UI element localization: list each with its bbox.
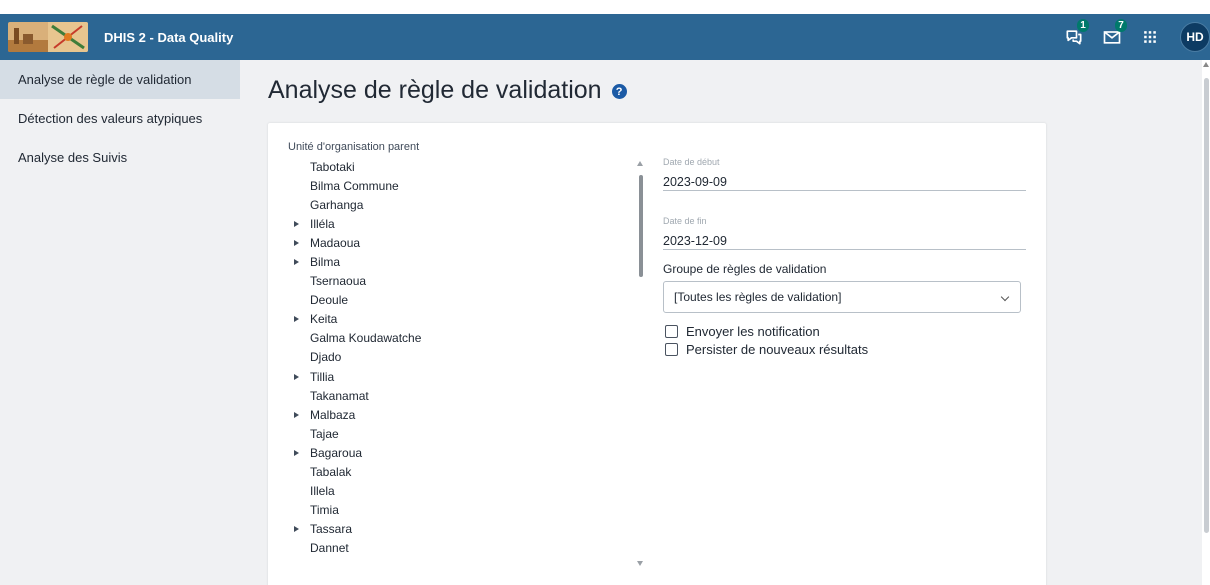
- app-title: DHIS 2 - Data Quality: [104, 29, 234, 45]
- org-unit-item[interactable]: Djado: [288, 348, 628, 367]
- org-unit-name[interactable]: Dannet: [310, 541, 349, 555]
- org-unit-name[interactable]: Bagaroua: [310, 446, 362, 460]
- org-unit-item[interactable]: Dannet: [288, 539, 628, 558]
- caret-right-icon[interactable]: [294, 411, 299, 418]
- caret-right-icon[interactable]: [294, 449, 299, 456]
- org-unit-name[interactable]: Deoule: [310, 293, 348, 307]
- grid-icon: [1144, 31, 1156, 43]
- profile-avatar[interactable]: HD: [1180, 22, 1210, 52]
- org-unit-item[interactable]: Malbaza: [288, 406, 628, 425]
- chevron-down-icon: [1000, 292, 1010, 302]
- org-unit-item[interactable]: Takanamat: [288, 387, 628, 406]
- sidebar-item-follow-up-analysis[interactable]: Analyse des Suivis: [0, 138, 240, 177]
- end-date-value[interactable]: 2023-12-09: [663, 234, 1026, 252]
- org-unit-item[interactable]: Illéla: [288, 215, 628, 234]
- end-date-field[interactable]: Date de fin 2023-12-09: [663, 216, 1026, 250]
- rule-group-select[interactable]: [Toutes les règles de validation]: [663, 281, 1021, 313]
- persist-results-label: Persister de nouveaux résultats: [686, 342, 869, 357]
- org-unit-item[interactable]: Tassara: [288, 520, 628, 539]
- org-unit-item[interactable]: Timia: [288, 501, 628, 520]
- send-notifications-label: Envoyer les notification: [686, 324, 820, 339]
- org-unit-item[interactable]: Tabotaki: [288, 158, 628, 177]
- org-unit-name[interactable]: Illela: [310, 484, 335, 498]
- scroll-up-arrow-icon[interactable]: [1203, 62, 1209, 67]
- org-unit-name[interactable]: Djado: [310, 350, 341, 364]
- org-unit-name[interactable]: Keita: [310, 312, 337, 326]
- org-unit-name[interactable]: Takanamat: [310, 389, 369, 403]
- org-unit-name[interactable]: Madaoua: [310, 236, 360, 250]
- org-unit-name[interactable]: Tsernaoua: [310, 274, 366, 288]
- org-unit-name[interactable]: Tajae: [310, 427, 339, 441]
- org-unit-tree-scrollbar[interactable]: [636, 161, 646, 571]
- top-gap: [0, 0, 1210, 14]
- question-circle-icon[interactable]: ?: [611, 84, 627, 99]
- interpretations-badge: 1: [1077, 19, 1089, 32]
- checkbox-box[interactable]: [665, 325, 678, 338]
- org-unit-item[interactable]: Tajae: [288, 425, 628, 444]
- sidebar-item-outlier-detection[interactable]: Détection des valeurs atypiques: [0, 99, 240, 138]
- org-unit-name[interactable]: Garhanga: [310, 198, 363, 212]
- start-date-field[interactable]: Date de début 2023-09-09: [663, 157, 1026, 191]
- org-unit-name[interactable]: Bilma: [310, 255, 340, 269]
- app-header-bar: DHIS 2 - Data Quality 1 7 HD: [0, 14, 1210, 60]
- org-unit-item[interactable]: Bilma Commune: [288, 177, 628, 196]
- dhis2-logo[interactable]: [8, 22, 88, 52]
- org-unit-item[interactable]: Tillia: [288, 368, 628, 387]
- send-notifications-checkbox[interactable]: Envoyer les notification: [665, 324, 820, 339]
- apps-menu-button[interactable]: [1138, 25, 1162, 49]
- rule-group-selected-value: [Toutes les règles de validation]: [674, 290, 842, 304]
- org-unit-name[interactable]: Tabalak: [310, 465, 351, 479]
- caret-right-icon[interactable]: [294, 221, 299, 228]
- org-unit-item[interactable]: Garhanga: [288, 196, 628, 215]
- org-unit-name[interactable]: Tassara: [310, 522, 352, 536]
- caret-right-icon[interactable]: [294, 525, 299, 532]
- caret-right-icon[interactable]: [294, 316, 299, 323]
- org-unit-label: Unité d'organisation parent: [288, 141, 420, 153]
- sidebar: Analyse de règle de validation Détection…: [0, 60, 240, 585]
- org-unit-name[interactable]: Bilma Commune: [310, 179, 399, 193]
- org-unit-name[interactable]: Tabotaki: [310, 160, 355, 174]
- caret-right-icon[interactable]: [294, 373, 299, 380]
- org-unit-item[interactable]: Deoule: [288, 291, 628, 310]
- org-unit-item[interactable]: Bagaroua: [288, 444, 628, 463]
- org-unit-item[interactable]: Illela: [288, 482, 628, 501]
- page-scrollbar[interactable]: [1202, 60, 1210, 585]
- start-date-value[interactable]: 2023-09-09: [663, 175, 1026, 193]
- org-unit-name[interactable]: Tillia: [310, 370, 334, 384]
- page-title: Analyse de règle de validation: [268, 76, 602, 104]
- page-scrollbar-thumb[interactable]: [1204, 78, 1209, 533]
- checkbox-box[interactable]: [665, 343, 678, 356]
- rule-group-label: Groupe de règles de validation: [663, 262, 827, 276]
- org-unit-item[interactable]: Tabalak: [288, 463, 628, 482]
- tree-scroll-down-icon[interactable]: [637, 561, 643, 566]
- org-unit-name[interactable]: Malbaza: [310, 408, 355, 422]
- org-unit-item[interactable]: Keita: [288, 310, 628, 329]
- org-unit-name[interactable]: Timia: [310, 503, 339, 517]
- page-title-row: Analyse de règle de validation ?: [268, 76, 627, 105]
- persist-results-checkbox[interactable]: Persister de nouveaux résultats: [665, 342, 868, 357]
- caret-right-icon[interactable]: [294, 259, 299, 266]
- messages-button[interactable]: 7: [1100, 19, 1127, 49]
- org-unit-item[interactable]: Galma Koudawatche: [288, 329, 628, 348]
- tree-scroll-up-icon[interactable]: [637, 161, 643, 166]
- tree-scrollbar-thumb[interactable]: [639, 175, 643, 277]
- org-unit-name[interactable]: Galma Koudawatche: [310, 331, 421, 345]
- org-unit-item[interactable]: Tsernaoua: [288, 272, 628, 291]
- org-unit-name[interactable]: Illéla: [310, 217, 335, 231]
- org-unit-tree[interactable]: Tabotaki Bilma Commune Garhanga Illéla Madao…: [288, 158, 628, 585]
- interpretations-button[interactable]: 1: [1062, 19, 1089, 49]
- start-date-label: Date de début: [663, 157, 720, 167]
- org-unit-item[interactable]: Madaoua: [288, 234, 628, 253]
- org-unit-item[interactable]: Bilma: [288, 253, 628, 272]
- form-card: Unité d'organisation parent Tabotaki Bilm…: [268, 123, 1046, 585]
- caret-right-icon[interactable]: [294, 240, 299, 247]
- messages-badge: 7: [1115, 19, 1127, 32]
- sidebar-item-validation-rule-analysis[interactable]: Analyse de règle de validation: [0, 60, 240, 99]
- end-date-label: Date de fin: [663, 216, 707, 226]
